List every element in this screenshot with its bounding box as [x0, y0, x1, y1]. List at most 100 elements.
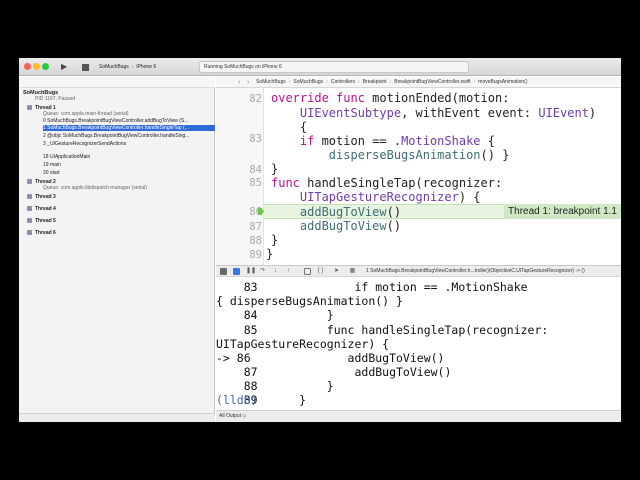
step-out-icon[interactable]: ↑	[285, 268, 292, 275]
navigator-filter-bar[interactable]	[19, 413, 215, 422]
line-number: 82	[249, 93, 262, 105]
line-number: 83	[249, 133, 262, 145]
jump-item[interactable]: BreakpointBugViewController.swift	[394, 79, 470, 85]
console-footer: All Output ◇	[216, 410, 621, 422]
line-number-gutter[interactable]: 82 83 84 85 86 87 88 89	[216, 88, 264, 265]
code-line: override func motionEnded(motion:	[271, 91, 510, 105]
jump-separator: ›	[326, 79, 328, 85]
line-number: 89	[249, 249, 262, 261]
code-line: }	[271, 162, 279, 176]
activity-status: Running SoMuchBugs on iPhone 6	[199, 61, 469, 73]
thread-3[interactable]: Thread 3	[27, 194, 223, 200]
line-number: 84	[249, 164, 262, 176]
thread-5[interactable]: Thread 5	[27, 218, 223, 224]
debug-navigator: SoMuchBugs PID 1197, Paused Thread 1 Que…	[19, 88, 215, 422]
step-over-icon[interactable]: ↷	[259, 268, 266, 275]
thread-6[interactable]: Thread 6	[27, 230, 223, 236]
stack-frame[interactable]: 3 _UIGestureRecognizerSendActions	[43, 141, 215, 147]
stack-frame[interactable]: 20 start	[43, 170, 215, 176]
thread-icon	[27, 218, 32, 224]
jump-separator: ›	[358, 79, 360, 85]
debug-frame-path[interactable]: 1 SoMuchBugs.BreakpointBugViewController…	[366, 266, 585, 276]
thread-label: Thread 5	[35, 218, 56, 224]
lldb-prompt-text[interactable]: (lldb)	[216, 393, 258, 407]
code-line: UITapGestureRecognizer) {	[299, 190, 481, 204]
code-line: addBugToView()	[299, 205, 402, 219]
code-line: disperseBugsAnimation() }	[328, 148, 510, 162]
minimize-window-button[interactable]	[33, 63, 40, 70]
console-line: UITapGestureRecognizer) {	[216, 337, 390, 351]
debug-bar: ❚❚ ↷ ↓ ↑ { } ➤ ▦ 1 SoMuchBugs.Breakpoint…	[216, 265, 621, 277]
frames-icon[interactable]: ▦	[349, 268, 356, 275]
line-number: 87	[249, 221, 262, 233]
scheme-app-label: SoMuchBugs	[99, 64, 129, 70]
thread-icon	[27, 194, 32, 200]
console-line: 88 }	[216, 379, 334, 393]
view-debugger-icon[interactable]	[304, 268, 311, 275]
step-in-icon[interactable]: ↓	[272, 268, 279, 275]
scheme-device-label: iPhone 6	[136, 64, 157, 70]
jump-item[interactable]: SoMuchBugs	[293, 79, 323, 85]
stop-button[interactable]	[82, 64, 89, 71]
line-number: 88	[249, 235, 262, 247]
jump-bar[interactable]: ‹ › SoMuchBugs › SoMuchBugs › Controllers › Br…	[216, 77, 621, 88]
close-window-button[interactable]	[24, 63, 31, 70]
jump-item[interactable]: SoMuchBugs	[256, 79, 286, 85]
forward-arrow-icon[interactable]: ›	[247, 77, 249, 87]
code-line: }	[271, 233, 279, 247]
jump-item[interactable]: Controllers	[331, 79, 355, 85]
source-editor[interactable]: 82 83 84 85 86 87 88 89 Thread 1: breakp…	[216, 88, 621, 265]
process-info: PID 1197, Paused	[35, 96, 76, 102]
scheme-separator: ›	[131, 64, 134, 70]
code-line: func handleSingleTap(recognizer:	[271, 176, 503, 190]
code-line: if motion == .MotionShake {	[299, 134, 495, 148]
pause-icon[interactable]: ❚❚	[246, 268, 256, 275]
stack-frame[interactable]: 0 SoMuchBugs.BreakpointBugViewController…	[43, 118, 215, 124]
line-number: 85	[249, 177, 262, 189]
back-arrow-icon[interactable]: ‹	[238, 77, 240, 87]
navigator-tab-bar[interactable]	[19, 77, 215, 88]
toolbar: ▶ SoMuchBugs › iPhone 6 Running SoMuchBugs…	[19, 58, 621, 76]
run-button[interactable]: ▶	[61, 62, 67, 72]
breakpoints-toggle-icon[interactable]	[233, 268, 240, 275]
console-line: 84 }	[216, 308, 334, 322]
thread-icon	[27, 206, 32, 212]
stack-frame[interactable]: 2 @objc SoMuchBugs.BreakpointBugViewCont…	[43, 133, 215, 139]
code-line: {	[271, 120, 308, 134]
lldb-console[interactable]: 83 if motion == .MotionShake { disperseB…	[216, 277, 621, 410]
location-icon[interactable]: ➤	[333, 268, 340, 275]
thread-icon	[27, 179, 32, 185]
line-number: 86	[249, 206, 262, 218]
memory-graph-icon[interactable]: { }	[317, 268, 324, 275]
stack-frame[interactable]: 18 UIApplicationMain	[43, 154, 215, 160]
thread-icon	[27, 105, 32, 111]
code-line: addBugToView()	[299, 219, 402, 233]
thread-1-queue: Queue: com.apple.main-thread (serial)	[43, 111, 129, 117]
hide-debug-area-icon[interactable]	[220, 268, 227, 275]
thread-label: Thread 6	[35, 230, 56, 236]
console-line: 83 if motion == .MotionShake	[216, 280, 528, 294]
console-line: 85 func handleSingleTap(recognizer:	[216, 323, 549, 337]
jump-item[interactable]: Breakpoint	[363, 79, 387, 85]
xcode-window: ▶ SoMuchBugs › iPhone 6 Running SoMuchBugs…	[19, 58, 621, 422]
thread-label: Thread 4	[35, 206, 56, 212]
stack-frame-selected[interactable]: 1 SoMuchBugs.BreakpointBugViewController…	[43, 125, 215, 131]
console-line: 87 addBugToView()	[216, 365, 452, 379]
stack-frame[interactable]: 19 main	[43, 162, 215, 168]
console-line: -> 86 addBugToView()	[216, 351, 445, 365]
console-line: { disperseBugsAnimation() }	[216, 294, 403, 308]
jump-separator: ›	[288, 79, 291, 85]
scheme-selector[interactable]: SoMuchBugs › iPhone 6	[99, 62, 156, 73]
jump-item[interactable]: moveBugsAnimation()	[478, 79, 527, 85]
zoom-window-button[interactable]	[42, 63, 49, 70]
jump-separator: ›	[389, 79, 392, 85]
thread-label: Thread 3	[35, 194, 56, 200]
thread-2-queue: Queue: com.apple.libdispatch-manager (se…	[43, 185, 147, 191]
thread-icon	[27, 230, 32, 236]
jump-separator: ›	[473, 79, 476, 85]
code-line: UIEventSubtype, withEvent event: UIEvent…	[299, 106, 597, 120]
breakpoint-annotation: Thread 1: breakpoint 1.1	[504, 204, 621, 219]
code-line: }	[266, 247, 274, 261]
output-filter-select[interactable]: All Output ◇	[219, 411, 246, 422]
thread-4[interactable]: Thread 4	[27, 206, 223, 212]
